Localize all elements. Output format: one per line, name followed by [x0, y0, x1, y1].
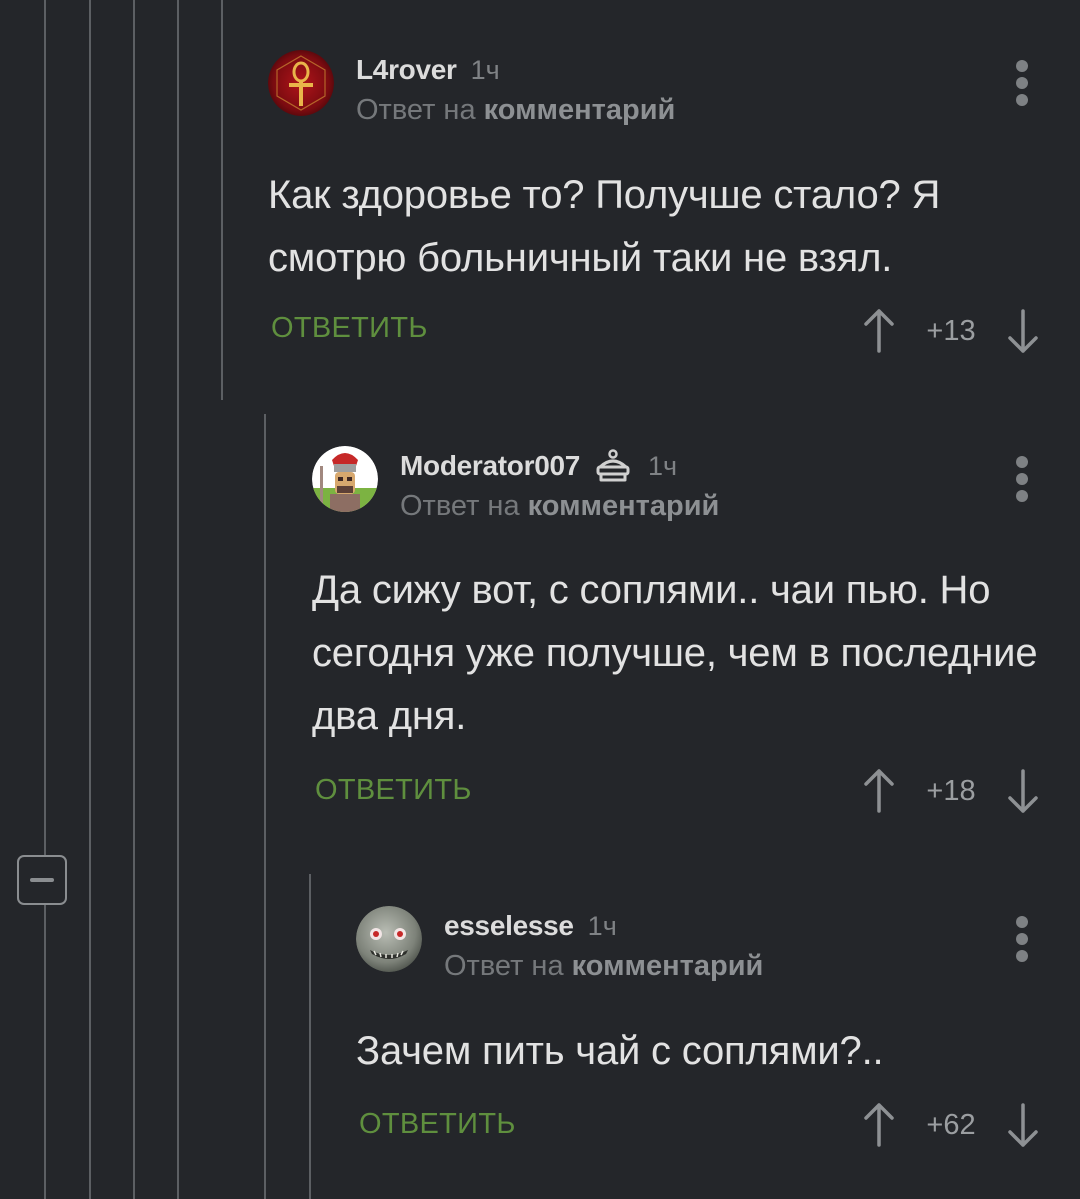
comment-text: Да сижу вот, с соплями.. чаи пью. Но сег…	[312, 568, 1038, 738]
thread-line	[264, 414, 266, 1199]
thread-line	[309, 874, 311, 1199]
reply-to-prefix: Ответ на	[444, 950, 564, 982]
avatar[interactable]	[356, 906, 422, 972]
comment-time: 1ч	[470, 54, 500, 85]
comment: L4rover 1ч Ответ на комментарий Как здор…	[268, 50, 1080, 380]
reply-to-prefix: Ответ на	[400, 490, 520, 522]
moderator-cap-icon	[596, 449, 630, 482]
author-name[interactable]: Moderator007	[400, 450, 580, 482]
vote-controls: +18	[862, 766, 1040, 816]
thread-line	[177, 0, 179, 1199]
thread-line	[89, 0, 91, 1199]
more-options-icon[interactable]	[1012, 454, 1032, 504]
comment-header: esselesse 1ч	[444, 908, 617, 944]
reply-to: Ответ на комментарий	[356, 94, 675, 127]
reply-to: Ответ на комментарий	[400, 490, 719, 523]
reply-to-link[interactable]: комментарий	[484, 94, 676, 126]
avatar[interactable]	[268, 50, 334, 116]
comment-time: 1ч	[587, 910, 617, 941]
arrow-up-icon[interactable]	[862, 307, 896, 355]
reply-button[interactable]: ОТВЕТИТЬ	[359, 1108, 516, 1141]
avatar[interactable]	[312, 446, 378, 512]
reply-to-prefix: Ответ на	[356, 94, 476, 126]
author-name[interactable]: L4rover	[356, 54, 457, 86]
comment-header: Moderator007 1ч	[400, 448, 677, 484]
collapse-thread-button[interactable]	[17, 855, 67, 905]
reply-button[interactable]: ОТВЕТИТЬ	[315, 774, 472, 807]
author-name[interactable]: esselesse	[444, 910, 574, 942]
arrow-down-icon[interactable]	[1006, 307, 1040, 355]
comment-time: 1ч	[648, 450, 678, 481]
thread-line	[44, 0, 46, 1199]
comment-thread: L4rover 1ч Ответ на комментарий Как здор…	[0, 0, 1080, 1199]
thread-line	[221, 0, 223, 400]
reply-to-link[interactable]: комментарий	[528, 490, 720, 522]
reply-button[interactable]: ОТВЕТИТЬ	[271, 312, 428, 345]
comment-header: L4rover 1ч	[356, 52, 500, 88]
comment-text: Зачем пить чай с соплями?..	[356, 1029, 884, 1073]
rating-count: +18	[926, 774, 976, 807]
more-options-icon[interactable]	[1012, 914, 1032, 964]
arrow-down-icon[interactable]	[1006, 1101, 1040, 1149]
thread-line	[133, 0, 135, 1199]
comment: esselesse 1ч Ответ на комментарий Зачем …	[356, 906, 1080, 1166]
reply-to-link[interactable]: комментарий	[572, 950, 764, 982]
rating-count: +13	[926, 314, 976, 347]
arrow-down-icon[interactable]	[1006, 767, 1040, 815]
vote-controls: +13	[862, 306, 1040, 356]
arrow-up-icon[interactable]	[862, 767, 896, 815]
more-options-icon[interactable]	[1012, 58, 1032, 108]
rating-count: +62	[926, 1108, 976, 1141]
reply-to: Ответ на комментарий	[444, 950, 763, 983]
comment: Moderator007 1ч Ответ на комментарий Да …	[312, 446, 1080, 826]
vote-controls: +62	[862, 1100, 1040, 1150]
arrow-up-icon[interactable]	[862, 1101, 896, 1149]
comment-text: Как здоровье то? Получше стало? Я смотрю…	[268, 173, 941, 280]
